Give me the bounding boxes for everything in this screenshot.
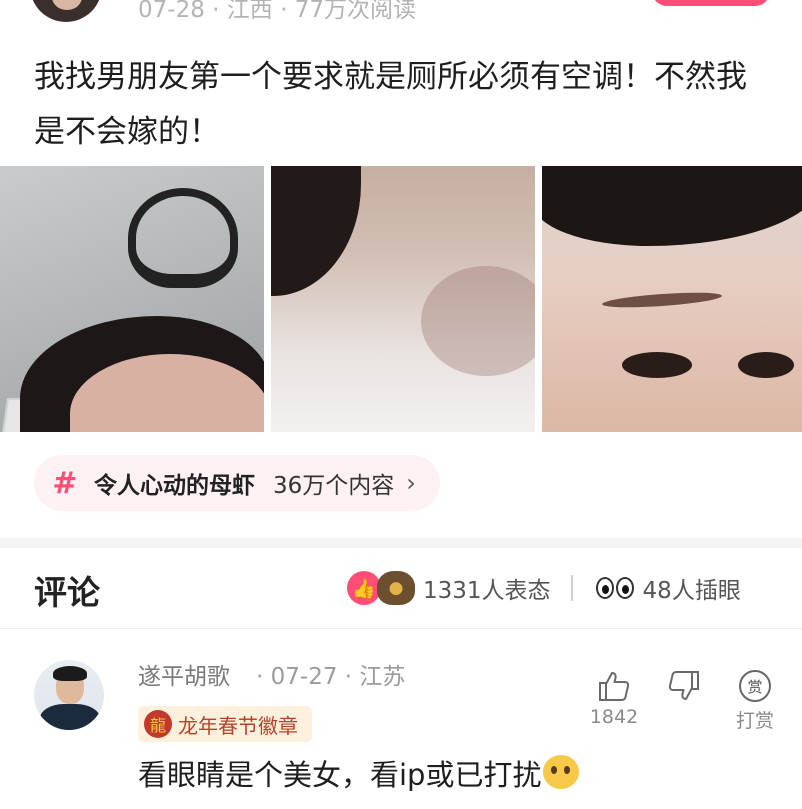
- thumbs-up-icon: [599, 672, 630, 701]
- thumbs-down-icon: [668, 671, 699, 700]
- comment-meta: · 07-27 · 江苏: [256, 664, 406, 690]
- dragon-badge-icon: 龍: [144, 710, 172, 738]
- author-avatar[interactable]: [30, 0, 102, 22]
- chevron-right-icon: ›: [406, 469, 416, 497]
- separator: [570, 575, 573, 601]
- commenter-avatar[interactable]: [34, 660, 104, 730]
- reward-label: 打赏: [735, 710, 774, 732]
- comment-like-button[interactable]: 1842: [586, 670, 642, 728]
- pleading-face-icon: [543, 755, 580, 789]
- eyes-icon[interactable]: [593, 571, 637, 605]
- post-text: 我找男朋友第一个要求就是厕所必须有空调！不然我是不会嫁的！: [34, 59, 747, 150]
- photo-grid: [0, 166, 802, 432]
- hashtag-icon: #: [52, 465, 78, 501]
- thumbs-up-icon: 👍: [347, 571, 381, 605]
- post-photo-2[interactable]: [271, 166, 535, 432]
- commenter-name[interactable]: 遂平胡歌: [138, 657, 230, 691]
- reaction-summary[interactable]: 👍 ● 1331人表态 48人插眼: [347, 568, 741, 608]
- comment-dislike-button[interactable]: [662, 670, 706, 702]
- follow-button[interactable]: [652, 0, 770, 6]
- comment-text: 看眼睛是个美女，看ip或已打扰: [138, 752, 580, 794]
- reaction-count: 1331人表态: [423, 578, 551, 604]
- reward-button[interactable]: 赏 打赏: [730, 670, 780, 733]
- badge-label: 龙年春节徽章: [178, 713, 298, 738]
- reward-icon: 赏: [739, 670, 771, 702]
- post-photo-3[interactable]: [542, 166, 802, 432]
- festival-badge[interactable]: 龍 龙年春节徽章: [138, 706, 312, 742]
- divider: [0, 628, 802, 629]
- post-photo-1[interactable]: [0, 166, 264, 432]
- post-meta: 07-28 · 江西 · 77万次阅读: [138, 0, 416, 23]
- emoji-reaction-icon: ●: [377, 571, 415, 605]
- like-count: 1842: [589, 706, 639, 728]
- topic-count: 36万个内容: [273, 473, 395, 499]
- topic-name: 令人心动的母虾: [94, 473, 255, 499]
- peek-count: 48人插眼: [642, 578, 741, 604]
- comments-title: 评论: [34, 573, 100, 612]
- topic-tag[interactable]: # 令人心动的母虾 36万个内容 ›: [34, 455, 440, 511]
- section-divider: [0, 538, 802, 548]
- comment-body: 看眼睛是个美女，看ip或已打扰: [138, 758, 542, 792]
